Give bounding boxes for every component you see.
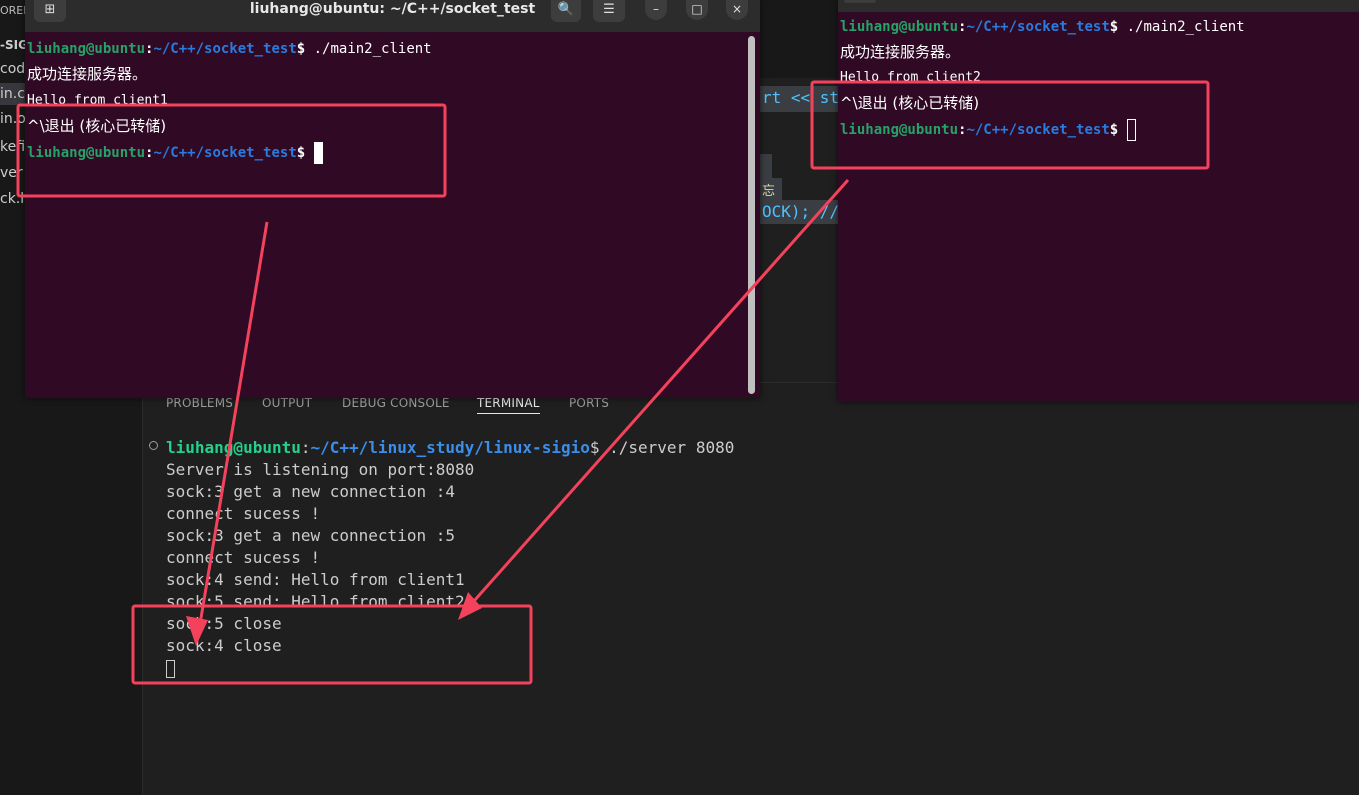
terminal-prompt-line: liuhang@ubuntu:~/C++/socket_test$	[840, 117, 1136, 143]
hello-message: Hello from client2	[840, 70, 981, 85]
tab-problems[interactable]: PROBLEMS	[166, 396, 233, 410]
terminal-cursor	[313, 142, 323, 164]
terminal-output-line: sock:4 close	[166, 636, 282, 655]
command-status-circle-icon	[149, 441, 158, 450]
quit-message: ^\退出 (核心已转储)	[27, 117, 167, 135]
prompt-user: liuhang@ubuntu	[27, 145, 146, 161]
window-titlebar[interactable]: ⊞ liuhang@ubuntu: ~/C++/socket_test 🔍 ☰ …	[25, 0, 760, 32]
prompt-command: ./main2_client	[1126, 19, 1245, 35]
tab-ports[interactable]: PORTS	[569, 396, 609, 410]
window-titlebar[interactable]	[838, 0, 1359, 12]
terminal-output-line: Server is listening on port:8080	[166, 460, 475, 479]
prompt-dollar: $	[296, 145, 314, 161]
hello-message: Hello from client1	[27, 93, 168, 108]
line-highlight	[760, 154, 772, 178]
prompt-dollar: $	[1109, 19, 1127, 35]
prompt-dollar: $	[589, 438, 610, 457]
terminal-cursor-line	[166, 657, 826, 679]
terminal-output-line: sock:4 send: Hello from client1	[166, 570, 465, 589]
prompt-path: ~/C++/socket_test	[153, 41, 297, 57]
terminal-output-line: connect sucess !	[166, 548, 321, 567]
scrollbar[interactable]	[748, 36, 755, 394]
terminal-output-line: sock:5 close	[166, 614, 282, 633]
prompt-path: ~/C++/socket_test	[153, 145, 297, 161]
prompt-user: liuhang@ubuntu	[27, 41, 146, 57]
terminal-output-line: sock:5 send: Hello from client2	[166, 592, 465, 611]
connected-message: 成功连接服务器。	[840, 43, 961, 61]
terminal-output-line: sock:3 get a new connection :5	[166, 526, 455, 545]
prompt-path: ~/C++/socket_test	[966, 122, 1110, 138]
terminal-output-line: sock:3 get a new connection :4	[166, 482, 455, 501]
prompt-command: ./server 8080	[609, 438, 735, 457]
tab-output[interactable]: OUTPUT	[262, 396, 312, 410]
terminal-prompt-line: liuhang@ubuntu:~/C++/socket_test$	[27, 140, 323, 166]
connected-message: 成功连接服务器。	[27, 65, 148, 83]
terminal-prompt-line: liuhang@ubuntu:~/C++/socket_test$ ./main…	[840, 14, 1245, 40]
code-fragment: OCK); //	[762, 202, 840, 221]
terminal-cursor	[166, 659, 175, 678]
prompt-path: ~/C++/linux_study/linux-sigio	[310, 438, 590, 457]
new-tab-icon[interactable]	[844, 0, 876, 3]
tab-terminal[interactable]: TERMINAL	[477, 396, 540, 414]
vscode-terminal-output[interactable]: liuhang@ubuntu:~/C++/linux_study/linux-s…	[166, 437, 826, 679]
client2-terminal-window[interactable]: liuhang@ubuntu:~/C++/socket_test$ ./main…	[838, 0, 1359, 402]
quit-message: ^\退出 (核心已转储)	[840, 94, 980, 112]
tab-debug-console[interactable]: DEBUG CONSOLE	[342, 396, 450, 410]
prompt-dollar: $	[1109, 122, 1127, 138]
terminal-prompt-line: liuhang@ubuntu:~/C++/linux_study/linux-s…	[166, 437, 826, 459]
code-fragment: rt << st	[762, 88, 840, 107]
prompt-path: ~/C++/socket_test	[966, 19, 1110, 35]
terminal-output-line: connect sucess !	[166, 504, 321, 523]
prompt-colon: :	[300, 438, 311, 457]
terminal-cursor	[1126, 119, 1136, 141]
search-icon[interactable]: 🔍	[551, 0, 581, 22]
terminal-prompt-line: liuhang@ubuntu:~/C++/socket_test$ ./main…	[27, 36, 432, 62]
prompt-user: liuhang@ubuntu	[166, 438, 301, 457]
hamburger-menu-icon[interactable]: ☰	[593, 0, 625, 22]
prompt-user: liuhang@ubuntu	[840, 19, 959, 35]
prompt-user: liuhang@ubuntu	[840, 122, 959, 138]
prompt-command: ./main2_client	[313, 41, 432, 57]
code-fragment: 忘	[762, 184, 776, 199]
prompt-dollar: $	[296, 41, 314, 57]
client1-terminal-window[interactable]: ⊞ liuhang@ubuntu: ~/C++/socket_test 🔍 ☰ …	[25, 0, 760, 398]
